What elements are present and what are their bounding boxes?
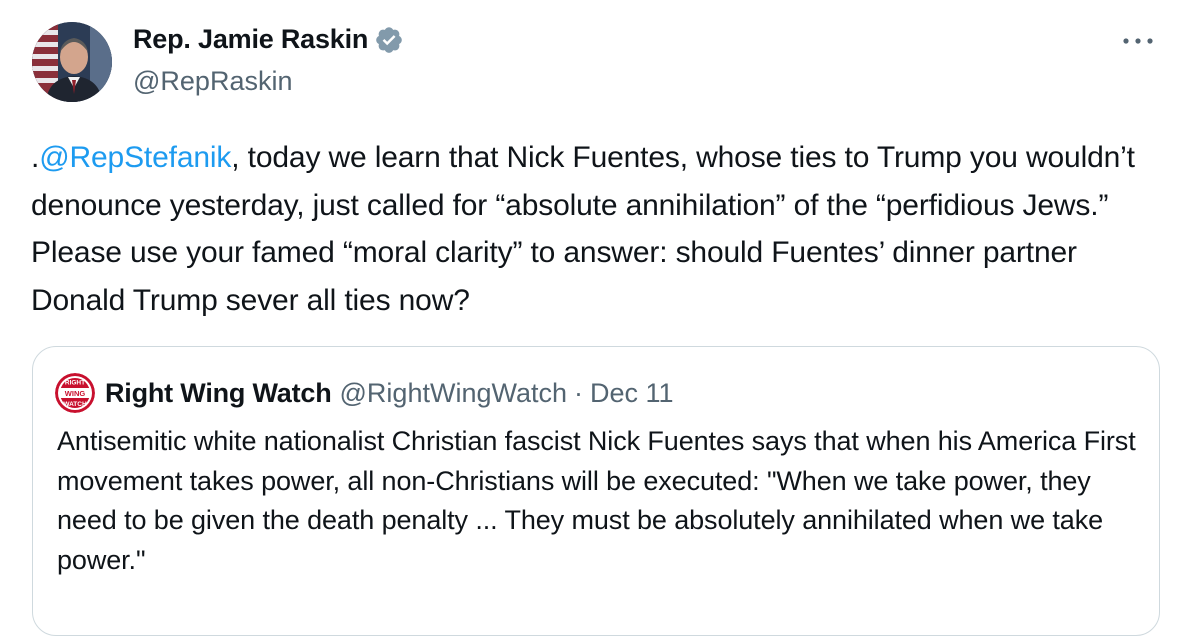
author-name-text: Rep. Jamie Raskin <box>133 24 369 54</box>
quoted-tweet-date[interactable]: Dec 11 <box>590 378 674 409</box>
author-avatar-image <box>32 22 112 102</box>
tweet-prefix: . <box>31 141 40 174</box>
quoted-tweet-header: RIGHT WING WATCH Right Wing Watch @Right… <box>55 373 674 413</box>
svg-text:WING: WING <box>65 389 86 398</box>
quoted-author-handle[interactable]: @RightWingWatch <box>340 378 567 409</box>
author-avatar[interactable] <box>32 22 112 102</box>
author-display-name[interactable]: Rep. Jamie Raskin <box>133 24 404 55</box>
mention-link[interactable]: @RepStefanik <box>39 141 231 174</box>
author-handle[interactable]: @RepRaskin <box>133 66 292 97</box>
quoted-tweet-card[interactable]: RIGHT WING WATCH Right Wing Watch @Right… <box>32 346 1160 636</box>
meta-separator: · <box>574 377 583 408</box>
right-wing-watch-logo: RIGHT WING WATCH <box>55 373 95 413</box>
svg-text:RIGHT: RIGHT <box>65 380 85 387</box>
tweet-text: .@RepStefanik, today we learn that Nick … <box>31 134 1161 324</box>
quoted-author-avatar[interactable]: RIGHT WING WATCH <box>55 373 95 413</box>
svg-text:WATCH: WATCH <box>63 401 87 408</box>
quoted-author-name[interactable]: Right Wing Watch <box>105 378 332 409</box>
more-horizontal-icon <box>1123 38 1153 44</box>
verified-badge-icon <box>374 25 404 55</box>
quoted-tweet-text: Antisemitic white nationalist Christian … <box>57 426 1136 575</box>
more-options-button[interactable] <box>1120 26 1156 56</box>
